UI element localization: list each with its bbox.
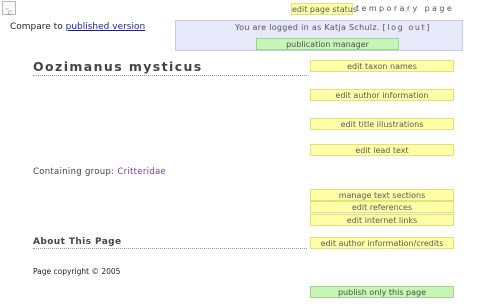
containing-group: Containing group: Critteridae <box>33 167 166 177</box>
about-heading: About This Page <box>33 237 307 249</box>
publish-only-this-page-button[interactable]: publish only this page <box>310 286 454 298</box>
edit-title-illustrations-button[interactable]: edit title illustrations <box>310 118 454 130</box>
page-title: Oozimanus mysticus <box>33 59 307 76</box>
edit-lead-text-button[interactable]: edit lead text <box>310 144 454 156</box>
containing-group-link[interactable]: Critteridae <box>117 167 166 177</box>
published-version-link[interactable]: published version <box>66 22 146 32</box>
logout-link[interactable]: [log out] <box>383 23 431 32</box>
compare-prefix: Compare to <box>10 22 63 32</box>
manage-text-sections-button[interactable]: manage text sections <box>310 189 454 201</box>
temporary-page-label: temporary page <box>356 4 455 13</box>
edit-references-button[interactable]: edit references <box>310 201 454 213</box>
edit-page-status-button[interactable]: edit page status <box>291 3 357 15</box>
containing-group-label: Containing group: <box>33 167 115 177</box>
edit-internet-links-button[interactable]: edit internet links <box>310 214 454 226</box>
edit-author-information-button[interactable]: edit author information <box>310 89 454 101</box>
login-status-text: You are logged in as Katja Schulz. <box>235 23 380 32</box>
svg-text:C: C <box>8 10 12 17</box>
login-status: You are logged in as Katja Schulz. [log … <box>235 23 431 32</box>
edit-author-credits-button[interactable]: edit author information/credits <box>310 237 454 249</box>
edit-taxon-names-button[interactable]: edit taxon names <box>310 60 454 72</box>
compare-line: Compare to published version <box>10 22 145 32</box>
temporary-page-icon: ~ C <box>2 1 16 17</box>
page-copyright: Page copyright © 2005 <box>33 267 121 276</box>
publication-manager-button[interactable]: publication manager <box>256 38 399 50</box>
